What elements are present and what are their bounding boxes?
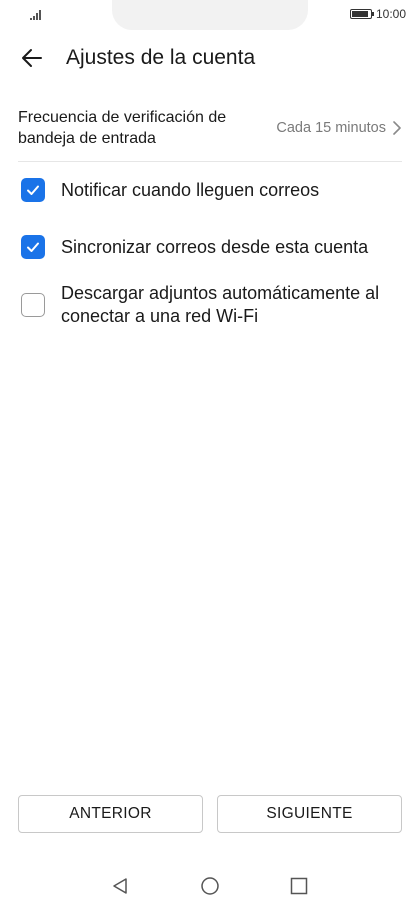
frequency-value-group: Cada 15 minutos	[276, 120, 402, 136]
navigation-bar	[0, 862, 420, 910]
app-bar: Ajustes de la cuenta	[0, 32, 420, 84]
download-attachments-checkbox[interactable]	[21, 293, 45, 317]
back-button[interactable]	[4, 32, 60, 84]
status-bar: 10:00	[0, 0, 420, 32]
previous-button[interactable]: ANTERIOR	[18, 795, 203, 833]
chevron-right-icon	[393, 120, 401, 135]
status-time: 10:00	[375, 7, 406, 21]
page-title: Ajustes de la cuenta	[66, 46, 256, 69]
arrow-left-icon	[22, 49, 42, 67]
circle-home-icon[interactable]	[200, 876, 220, 896]
signal-icon	[30, 10, 41, 20]
triangle-back-icon[interactable]	[110, 876, 130, 896]
frequency-value: Cada 15 minutos	[276, 119, 386, 136]
sync-label: Sincronizar correos desde esta cuenta	[61, 236, 369, 257]
option-download-row[interactable]: Descargar adjuntos automáticamente al co…	[21, 282, 401, 328]
battery-icon	[349, 9, 374, 19]
notify-label: Notificar cuando lleguen correos	[61, 179, 320, 200]
frequency-setting-row[interactable]: Frecuencia de verificación de bandeja de…	[18, 94, 402, 162]
square-recents-icon[interactable]	[289, 876, 309, 896]
next-button[interactable]: SIGUIENTE	[217, 795, 402, 833]
screen: 10:00 Ajustes de la cuenta Frecuencia de…	[0, 0, 420, 910]
status-right: 10:00	[349, 7, 406, 21]
notify-checkbox[interactable]	[21, 178, 45, 202]
checkmark-icon	[27, 185, 39, 195]
notch	[112, 0, 308, 30]
frequency-label: Frecuencia de verificación de bandeja de…	[18, 108, 227, 147]
option-notify-row[interactable]: Notificar cuando lleguen correos	[21, 178, 319, 202]
sync-checkbox[interactable]	[21, 235, 45, 259]
option-sync-row[interactable]: Sincronizar correos desde esta cuenta	[21, 235, 368, 259]
checkmark-icon	[27, 242, 39, 252]
download-attachments-label: Descargar adjuntos automáticamente al co…	[61, 283, 380, 326]
